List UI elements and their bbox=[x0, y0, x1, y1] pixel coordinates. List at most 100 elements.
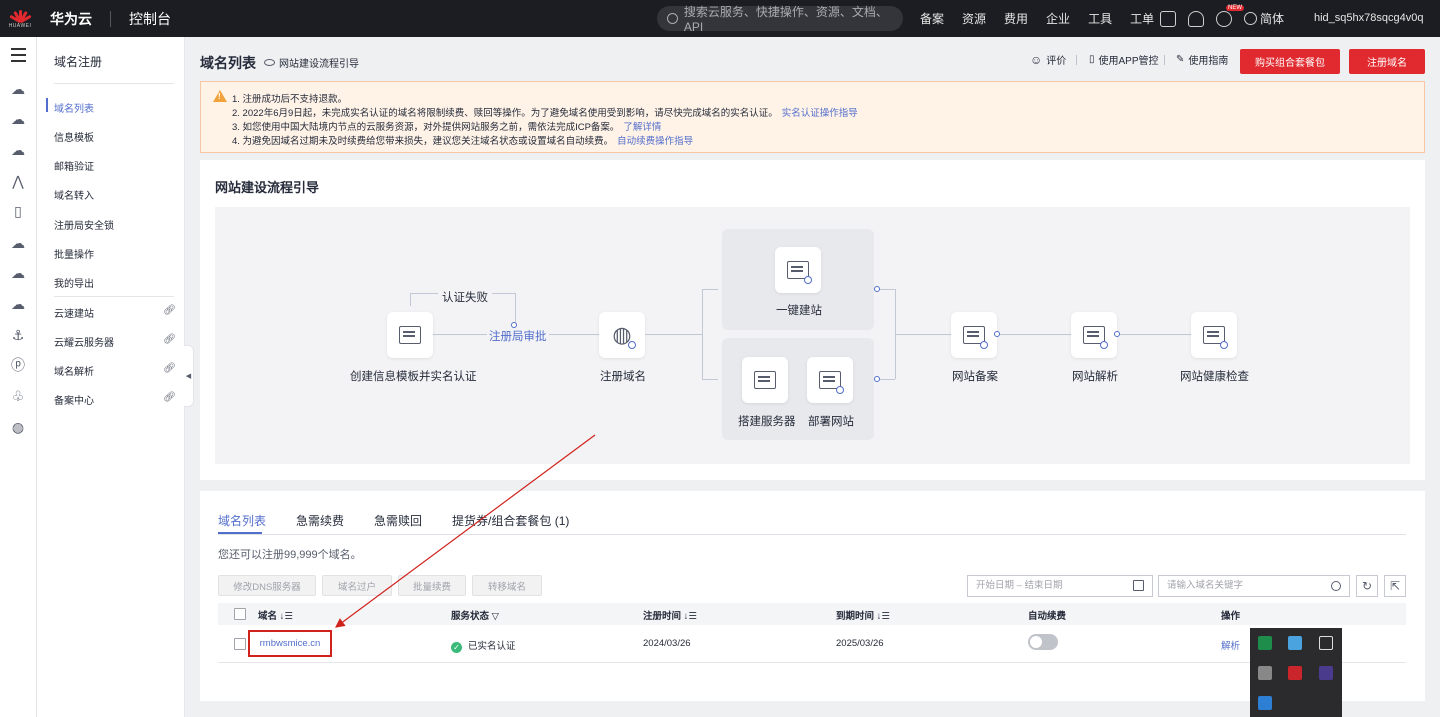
tool-app-icon[interactable] bbox=[1258, 666, 1272, 680]
dns-node[interactable] bbox=[1071, 312, 1117, 358]
user-guide-button[interactable]: ✎ 使用指南 bbox=[1176, 52, 1228, 67]
domain-link[interactable]: rmbwsmice.cn bbox=[248, 630, 332, 657]
cloud-storage-icon[interactable]: ☁ bbox=[10, 142, 26, 158]
col-exp-time[interactable]: 到期时间 ↓☰ bbox=[836, 608, 890, 622]
terminal-icon[interactable] bbox=[1160, 10, 1176, 27]
nav-filing[interactable]: 备案 bbox=[920, 10, 944, 27]
toggle-knob bbox=[1030, 636, 1042, 648]
register-domain-button[interactable]: 注册域名 bbox=[1349, 49, 1425, 74]
row-checkbox[interactable] bbox=[234, 638, 246, 650]
col-label: 域名 bbox=[258, 611, 278, 622]
sidebar-item-domain-list[interactable]: 域名列表 bbox=[54, 100, 176, 115]
notice-text: 3. 如您使用中国大陆境内节点的云服务资源，对外提供网站服务之前，需依法完成IC… bbox=[232, 122, 620, 133]
table-row: ✓ 已实名认证 2024/03/26 2025/03/26 解析 bbox=[218, 627, 1406, 663]
deploy-site-node[interactable] bbox=[807, 357, 853, 403]
top-nav: 备案 资源 费用 企业 工具 工单 bbox=[920, 0, 1172, 37]
nav-tools[interactable]: 工具 bbox=[1088, 10, 1112, 27]
sidebar-item-exports[interactable]: 我的导出 bbox=[54, 275, 176, 290]
icp-filing-node[interactable] bbox=[951, 312, 997, 358]
sidebar-item-batch[interactable]: 批量操作 bbox=[54, 246, 176, 261]
sidebar-item-dns[interactable]: 域名解析 🔗︎ bbox=[54, 363, 176, 378]
guide-link[interactable]: 网站建设流程引导 bbox=[264, 55, 359, 70]
console-link[interactable]: 控制台 bbox=[129, 9, 171, 29]
create-template-node[interactable] bbox=[387, 312, 433, 358]
col-status[interactable]: 服务状态 ▽ bbox=[451, 608, 499, 622]
col-domain[interactable]: 域名 ↓☰ bbox=[258, 608, 293, 622]
connector bbox=[702, 379, 718, 380]
sort-icon: ↓☰ bbox=[876, 611, 890, 622]
export-button[interactable]: ⇱ bbox=[1384, 575, 1406, 597]
status-cell: ✓ 已实名认证 bbox=[451, 638, 516, 653]
brand-name[interactable]: 华为云 bbox=[50, 9, 92, 29]
realname-guide-link[interactable]: 实名认证操作指导 bbox=[782, 108, 858, 119]
tab-vouchers[interactable]: 提货券/组合套餐包 (1) bbox=[452, 512, 569, 529]
sidebar-item-email-verify[interactable]: 邮箱验证 bbox=[54, 158, 176, 173]
refresh-button[interactable]: ↻ bbox=[1356, 575, 1378, 597]
cloud-icon[interactable]: ☁ bbox=[10, 81, 26, 97]
connector bbox=[702, 289, 718, 290]
resolve-link[interactable]: 解析 bbox=[1221, 638, 1240, 652]
health-check-node[interactable] bbox=[1191, 312, 1237, 358]
language-switch[interactable]: 简体 bbox=[1244, 10, 1284, 27]
keyword-search-input[interactable]: 请输入域名关键字 bbox=[1158, 575, 1350, 597]
sidebar-item-info-template[interactable]: 信息模板 bbox=[54, 129, 176, 144]
transfer-owner-button[interactable]: 域名过户 bbox=[322, 575, 392, 596]
sidebar-item-registry-lock[interactable]: 注册局安全锁 bbox=[54, 217, 176, 232]
nav-tickets[interactable]: 工单 bbox=[1130, 10, 1154, 27]
cloud-server-icon[interactable]: ☁ bbox=[10, 111, 26, 127]
screenshot-app-icon[interactable] bbox=[1319, 636, 1333, 650]
tab-urgent-redeem[interactable]: 急需赎回 bbox=[374, 512, 422, 529]
colorful-app-icon[interactable] bbox=[1288, 636, 1302, 650]
one-click-build-node[interactable] bbox=[775, 247, 821, 293]
sidebar-collapse-handle[interactable]: ◀ bbox=[184, 345, 194, 407]
huawei-logo[interactable]: HUAWEI bbox=[0, 0, 40, 37]
help-icon[interactable]: NEW bbox=[1216, 4, 1244, 27]
cloud-service-icon[interactable]: ☁ bbox=[10, 235, 26, 251]
purple-app-icon[interactable] bbox=[1319, 666, 1333, 680]
blue-app-icon[interactable] bbox=[1258, 696, 1272, 710]
globe-icon[interactable]: ◍ bbox=[10, 419, 26, 435]
warning-icon: ! bbox=[213, 90, 227, 102]
sidebar-item-icp-center[interactable]: 备案中心 🔗︎ bbox=[54, 392, 176, 407]
modify-dns-button[interactable]: 修改DNS服务器 bbox=[218, 575, 316, 596]
sidebar-item-label: 注册局安全锁 bbox=[54, 221, 114, 232]
build-server-node[interactable] bbox=[742, 357, 788, 403]
nav-enterprise[interactable]: 企业 bbox=[1046, 10, 1070, 27]
transfer-domain-button[interactable]: 转移域名 bbox=[472, 575, 542, 596]
bell-icon[interactable] bbox=[1188, 10, 1204, 27]
hamburger-menu-icon[interactable] bbox=[11, 48, 26, 66]
register-domain-node[interactable]: ◍ bbox=[599, 312, 645, 358]
cloud-backup-icon[interactable]: ☁ bbox=[10, 296, 26, 312]
global-search-input[interactable]: 搜索云服务、快捷操作、资源、文档、API bbox=[657, 5, 903, 34]
nav-billing[interactable]: 费用 bbox=[1004, 10, 1028, 27]
icp-details-link[interactable]: 了解详情 bbox=[623, 122, 661, 133]
app-manage-button[interactable]: ▯ 使用APP管控 bbox=[1089, 52, 1159, 67]
sidebar-title: 域名注册 bbox=[54, 55, 103, 69]
sidebar-item-hecs[interactable]: 云耀云服务器 🔗︎ bbox=[54, 334, 176, 349]
auto-renew-guide-link[interactable]: 自动续费操作指导 bbox=[617, 136, 693, 147]
security-app-icon[interactable] bbox=[1258, 636, 1272, 650]
red-app-icon[interactable] bbox=[1288, 666, 1302, 680]
search-badge-icon bbox=[1100, 341, 1108, 349]
service-icon-rail: ☁ ☁ ☁ ⋀ ▯ ☁ ☁ ☁ ⚓ ⓟ ♧ ◍ bbox=[0, 37, 37, 717]
anchor-icon[interactable]: ⚓ bbox=[10, 327, 26, 343]
rate-button[interactable]: ☺ 评价 bbox=[1030, 52, 1066, 68]
network-icon[interactable]: ⋀ bbox=[10, 173, 26, 189]
sidebar-item-site-builder[interactable]: 云速建站 🔗︎ bbox=[54, 305, 176, 320]
sidebar-item-transfer-in[interactable]: 域名转入 bbox=[54, 187, 176, 202]
tab-urgent-renew[interactable]: 急需续费 bbox=[296, 512, 344, 529]
select-all-checkbox[interactable] bbox=[234, 608, 246, 620]
parking-icon[interactable]: ⓟ bbox=[10, 357, 26, 373]
tab-domain-list[interactable]: 域名列表 bbox=[218, 512, 266, 529]
nav-resources[interactable]: 资源 bbox=[962, 10, 986, 27]
cloud-security-icon[interactable]: ☁ bbox=[10, 265, 26, 281]
language-label: 简体 bbox=[1260, 12, 1285, 26]
date-range-input[interactable]: 开始日期 – 结束日期 bbox=[967, 575, 1153, 597]
buy-package-button[interactable]: 购买组合套餐包 bbox=[1240, 49, 1340, 74]
col-reg-time[interactable]: 注册时间 ↓☰ bbox=[643, 608, 697, 622]
auto-renew-toggle[interactable] bbox=[1028, 634, 1058, 650]
cluster-icon[interactable]: ♧ bbox=[10, 388, 26, 404]
batch-renew-button[interactable]: 批量续费 bbox=[398, 575, 466, 596]
database-icon[interactable]: ▯ bbox=[10, 203, 26, 219]
user-account[interactable]: hid_sq5hx78sqcg4v0q bbox=[1314, 12, 1423, 24]
